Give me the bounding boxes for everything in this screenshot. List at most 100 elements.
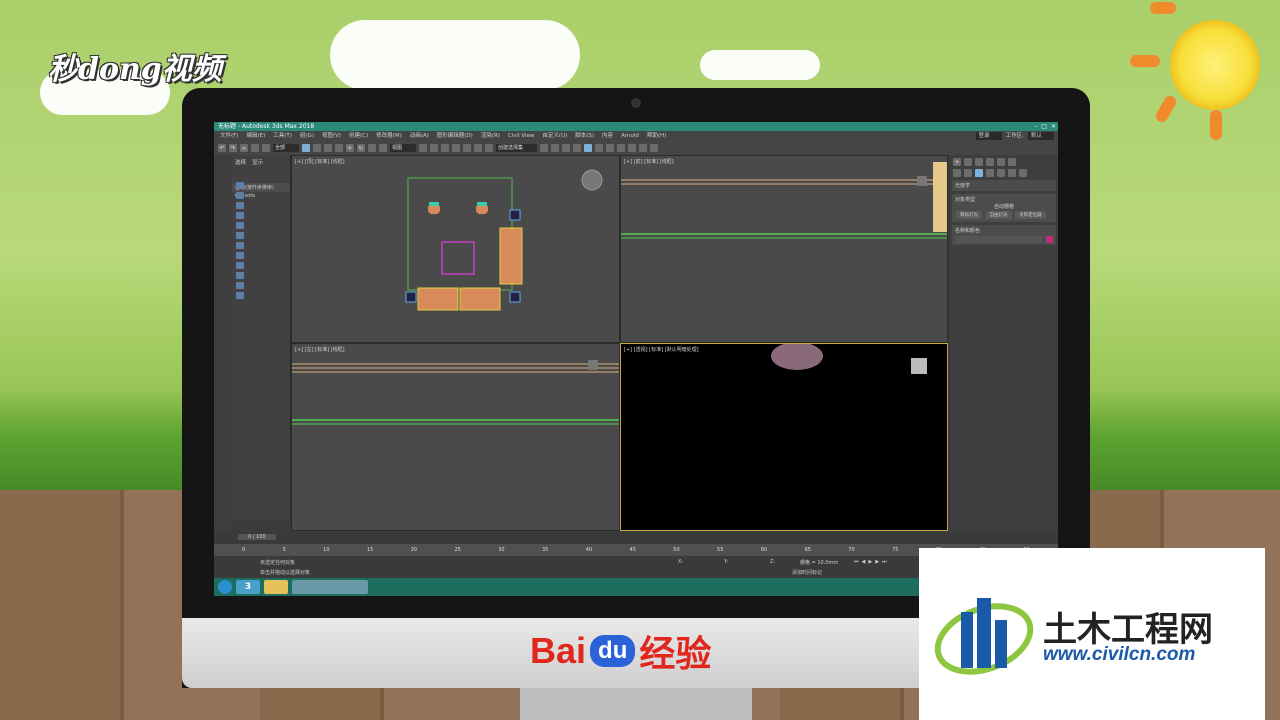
viewport-perspective[interactable]: [+] [透视] [标准] [默认明暗处理]: [620, 342, 948, 531]
menu-content[interactable]: 内容: [602, 131, 613, 141]
free-light-button[interactable]: 自由灯光: [985, 211, 1012, 219]
display-tab-icon[interactable]: [997, 158, 1005, 166]
viewport-perspective-label[interactable]: [+] [透视] [标准] [默认明暗处理]: [624, 346, 699, 353]
motion-tab-icon[interactable]: [986, 158, 994, 166]
minimize-icon[interactable]: –: [1034, 122, 1037, 131]
rect-select-icon[interactable]: [324, 144, 333, 152]
manipulate-icon[interactable]: [430, 144, 439, 152]
modify-tab-icon[interactable]: [964, 158, 972, 166]
unlink-icon[interactable]: [251, 144, 259, 152]
menu-views[interactable]: 视图(V): [322, 131, 341, 141]
move-icon[interactable]: ✛: [346, 144, 355, 152]
systems-icon[interactable]: [1019, 169, 1027, 177]
helpers-icon[interactable]: [997, 169, 1005, 177]
prev-frame-icon[interactable]: ◀: [862, 559, 866, 565]
select-by-name-icon[interactable]: [313, 144, 322, 152]
ribbon-icon[interactable]: [573, 144, 582, 152]
geometry-icon[interactable]: [953, 169, 961, 177]
spinner-snap-icon[interactable]: [485, 144, 494, 152]
bind-spacewarp-icon[interactable]: [262, 144, 270, 152]
percent-snap-icon[interactable]: [474, 144, 483, 152]
menu-rendering[interactable]: 渲染(R): [481, 131, 500, 141]
angle-snap-icon[interactable]: [463, 144, 472, 152]
goto-start-icon[interactable]: ⏮: [854, 559, 859, 565]
filter-helpers-icon[interactable]: [236, 222, 244, 229]
frame-readout[interactable]: 0 / 100: [238, 534, 276, 540]
rendered-frame-icon[interactable]: [628, 144, 637, 152]
name-color-title[interactable]: 名称和颜色: [955, 227, 1053, 234]
curve-editor-icon[interactable]: [584, 144, 593, 152]
shapes-icon[interactable]: [964, 169, 972, 177]
close-icon[interactable]: ✕: [1051, 122, 1056, 131]
time-slider[interactable]: 0 / 100: [214, 532, 1058, 544]
filter-hidden-icon[interactable]: [236, 292, 244, 299]
filter-cameras-icon[interactable]: [236, 212, 244, 219]
spacewarps-icon[interactable]: [1008, 169, 1016, 177]
light-category-dropdown[interactable]: 光度学: [952, 180, 1056, 191]
utilities-tab-icon[interactable]: [1008, 158, 1016, 166]
viewport-top[interactable]: [+] [顶] [标准] [线框]: [291, 155, 620, 343]
menu-animation[interactable]: 动画(A): [410, 131, 429, 141]
viewport-front-label[interactable]: [+] [前] [标准] [线框]: [624, 158, 674, 165]
keyboard-shortcut-icon[interactable]: [441, 144, 450, 152]
filter-shapes-icon[interactable]: [236, 192, 244, 199]
tab-display[interactable]: 显示: [252, 158, 263, 166]
taskbar-3dsmax[interactable]: 3: [236, 580, 260, 594]
cameras-icon[interactable]: [986, 169, 994, 177]
rotate-icon[interactable]: ↻: [357, 144, 366, 152]
undo-icon[interactable]: ↶: [218, 144, 226, 152]
play-icon[interactable]: ▶: [868, 559, 872, 565]
menu-scripting[interactable]: 脚本(S): [575, 131, 594, 141]
snap-toggle-icon[interactable]: [452, 144, 461, 152]
named-selection-dropdown[interactable]: 创建选择集: [496, 144, 538, 152]
redo-icon[interactable]: ↷: [229, 144, 237, 152]
menu-group[interactable]: 组(G): [300, 131, 314, 141]
start-icon[interactable]: [218, 580, 232, 594]
render-icon[interactable]: [639, 144, 648, 152]
reference-coord-dropdown[interactable]: 视图: [390, 144, 417, 152]
filter-bones-icon[interactable]: [236, 262, 244, 269]
menu-create[interactable]: 创建(C): [349, 131, 368, 141]
filter-geometry-icon[interactable]: [236, 182, 244, 189]
tab-select[interactable]: 选择: [235, 158, 246, 166]
next-frame-icon[interactable]: ▶: [875, 559, 879, 565]
hierarchy-tab-icon[interactable]: [975, 158, 983, 166]
material-editor-icon[interactable]: [606, 144, 615, 152]
scale-icon[interactable]: [368, 144, 377, 152]
filter-xrefs-icon[interactable]: [236, 252, 244, 259]
viewport-left[interactable]: [+] [左] [标准] [线框]: [291, 343, 620, 531]
filter-spacewarps-icon[interactable]: [236, 232, 244, 239]
place-icon[interactable]: [379, 144, 388, 152]
filter-groups-icon[interactable]: [236, 242, 244, 249]
maximize-icon[interactable]: □: [1041, 122, 1047, 131]
window-crossing-icon[interactable]: [335, 144, 344, 152]
taskbar-blurred[interactable]: [292, 580, 368, 594]
menu-arnold[interactable]: Arnold: [621, 131, 639, 141]
color-swatch[interactable]: [1046, 236, 1053, 243]
menu-modifiers[interactable]: 修改器(M): [376, 131, 402, 141]
workspace-dropdown[interactable]: 默认: [1027, 132, 1054, 140]
menu-help[interactable]: 帮助(H): [647, 131, 666, 141]
goto-end-icon[interactable]: ⏭: [882, 559, 887, 565]
filter-frozen-icon[interactable]: [236, 282, 244, 289]
render-cloud-icon[interactable]: [650, 144, 659, 152]
render-setup-icon[interactable]: [617, 144, 626, 152]
align-icon[interactable]: [551, 144, 560, 152]
autogrid-checkbox[interactable]: 自动栅格: [955, 203, 1053, 210]
filter-lights-icon[interactable]: [236, 202, 244, 209]
sun-positioner-button[interactable]: 太阳定位器: [1015, 211, 1046, 219]
create-tab-icon[interactable]: +: [953, 158, 961, 166]
link-icon[interactable]: ∞: [240, 144, 248, 152]
schematic-view-icon[interactable]: [595, 144, 604, 152]
taskbar-explorer-icon[interactable]: [264, 580, 288, 594]
object-type-title[interactable]: 对象类型: [955, 196, 1053, 203]
menu-file[interactable]: 文件(F): [220, 131, 238, 141]
filter-containers-icon[interactable]: [236, 272, 244, 279]
pivot-icon[interactable]: [419, 144, 428, 152]
menu-customize[interactable]: 自定义(U): [542, 131, 567, 141]
menu-edit[interactable]: 编辑(E): [246, 131, 265, 141]
name-field[interactable]: [955, 236, 1042, 243]
target-light-button[interactable]: 目标灯光: [956, 211, 982, 219]
viewport-top-label[interactable]: [+] [顶] [标准] [线框]: [295, 158, 345, 165]
user-dropdown[interactable]: 登录: [975, 132, 1002, 140]
